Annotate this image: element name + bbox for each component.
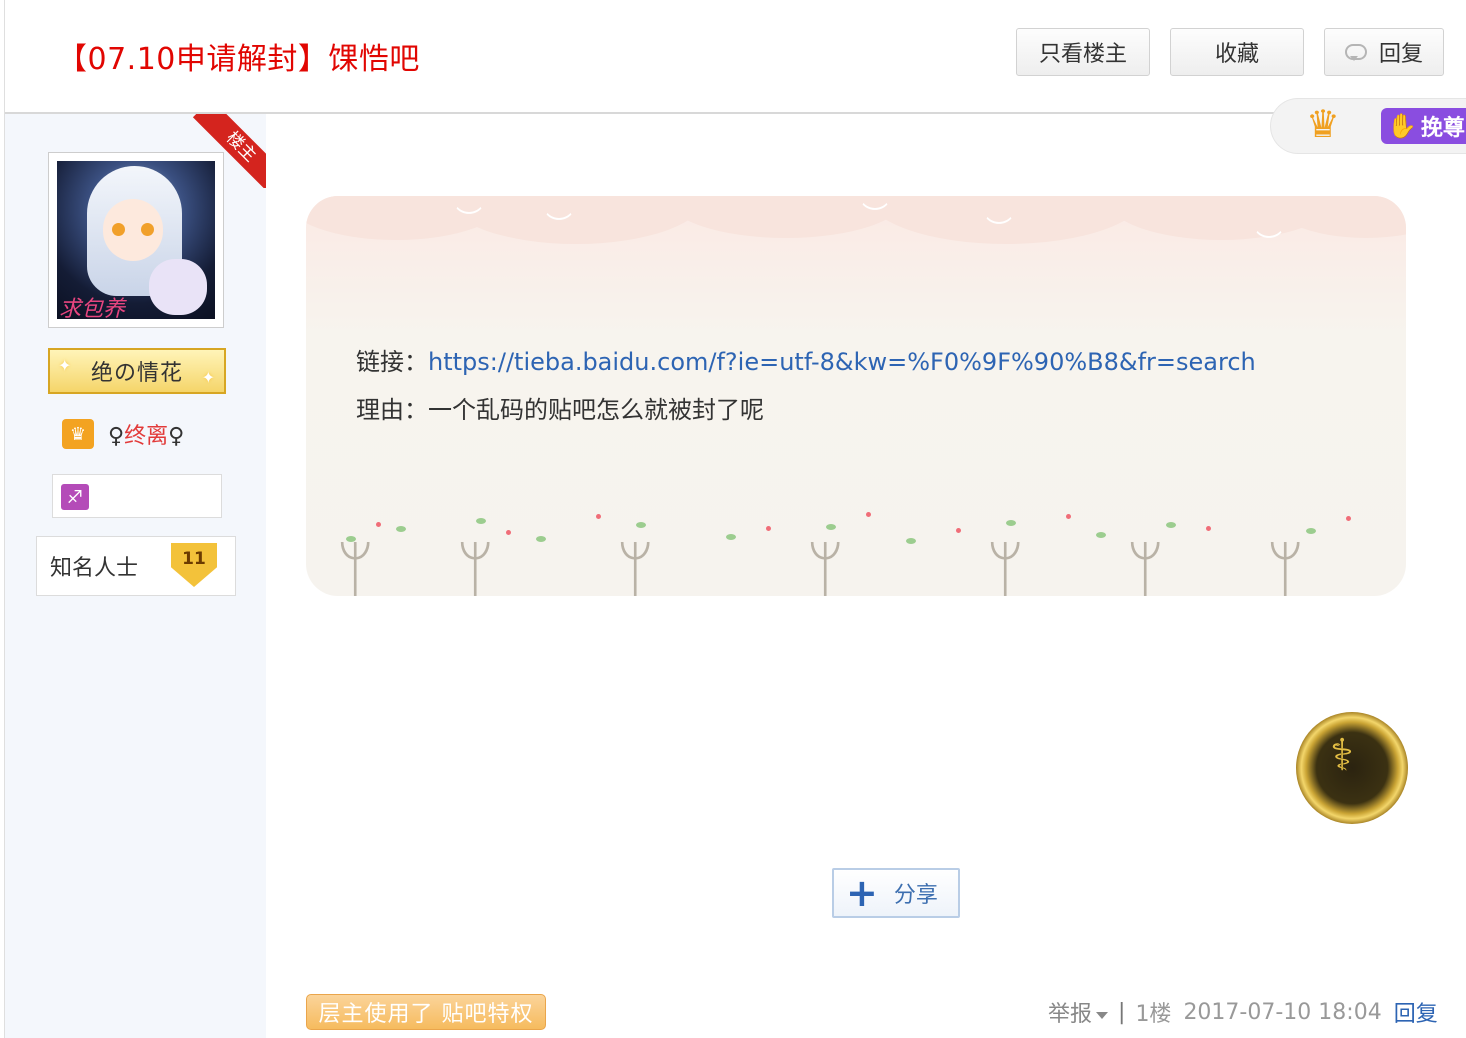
post-reason-line: 理由：一个乱码的贴吧怎么就被封了呢: [356, 390, 764, 425]
report-label: 举报: [1048, 1002, 1093, 1027]
paw-icon: ✋: [1387, 112, 1417, 140]
share-button[interactable]: + 分享: [832, 868, 960, 918]
crown-icon: ♛: [1306, 102, 1341, 146]
honor-title-badge[interactable]: ✦ 绝の情花 ✦: [48, 348, 226, 394]
plus-icon: +: [846, 871, 878, 915]
privilege-tag[interactable]: 层主使用了 贴吧特权: [306, 994, 546, 1030]
avatar-image: 求包养: [57, 161, 215, 319]
avatar[interactable]: 求包养: [48, 152, 224, 328]
sagittarius-icon[interactable]: ♐: [61, 484, 89, 510]
post-link-line: 链接：https://tieba.baidu.com/f?ie=utf-8&kw…: [356, 342, 1256, 377]
tail-reply-link[interactable]: 回复: [1394, 996, 1438, 1028]
report-button[interactable]: 举报: [1048, 996, 1109, 1028]
shield-level-icon: 11: [171, 543, 217, 587]
vip-crown-icon[interactable]: ♛: [62, 419, 94, 449]
reply-button-label: 回复: [1378, 42, 1423, 67]
zodiac-box: ♐: [52, 474, 222, 518]
support-tag-label: 挽尊: [1420, 116, 1465, 141]
username[interactable]: ♀终离♀: [108, 418, 184, 450]
floor-number: 1楼: [1135, 1002, 1172, 1027]
link-label: 链接：: [356, 348, 428, 376]
level-badge[interactable]: 知名人士 11: [36, 536, 236, 596]
reason-label: 理由：: [356, 396, 428, 424]
share-label: 分享: [893, 883, 938, 908]
reply-button[interactable]: 回复: [1324, 28, 1444, 76]
honor-title-label: 绝の情花: [90, 361, 183, 386]
username-row: ♛ ♀终离♀: [62, 414, 184, 454]
thread-title: 【07.10申请解封】馃悎吧: [57, 42, 420, 77]
post-datetime: 2017-07-10 18:04: [1183, 999, 1382, 1025]
post-tail: 举报 | 1楼 2017-07-10 18:04 回复: [1048, 996, 1438, 1028]
post-link[interactable]: https://tieba.baidu.com/f?ie=utf-8&kw=%F…: [428, 348, 1256, 376]
level-title: 知名人士: [50, 556, 139, 581]
caduceus-icon: ⚕: [1330, 730, 1354, 781]
avatar-caption: 求包养: [59, 297, 126, 319]
caret-down-icon: [1096, 1012, 1109, 1025]
speech-bubble-icon: [1344, 44, 1367, 61]
only-owner-button[interactable]: 只看楼主: [1016, 28, 1150, 76]
tail-separator: |: [1118, 999, 1126, 1025]
reason-text: 一个乱码的贴吧怎么就被封了呢: [428, 396, 764, 424]
support-tag[interactable]: ✋ 挽尊: [1381, 108, 1466, 144]
favorite-button[interactable]: 收藏: [1170, 28, 1304, 76]
